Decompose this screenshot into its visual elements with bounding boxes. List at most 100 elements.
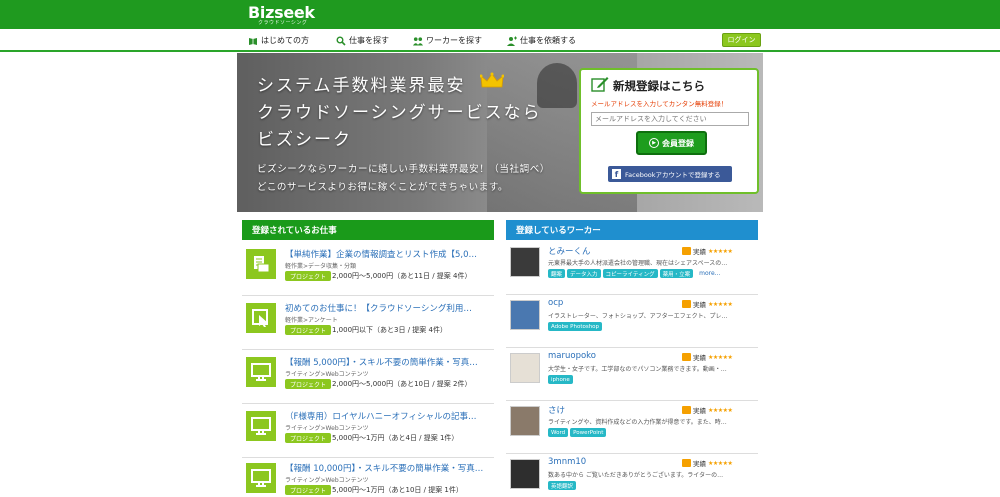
worker-item[interactable]: ocp 実績 ★★★★★ イラストレーター、フォトショップ、アフターエフェクト、… — [506, 295, 758, 348]
worker-name[interactable]: とみーくん — [548, 245, 591, 257]
job-category: ライティング>Webコンテンツ — [285, 425, 369, 432]
nav-find-workers[interactable]: ワーカーを探す — [413, 35, 482, 46]
skill-tags: 英語翻訳 — [548, 481, 577, 490]
facebook-icon: f — [612, 169, 621, 179]
skill-tag: データ入力 — [567, 269, 601, 278]
nav-beginners[interactable]: はじめての方 — [248, 35, 309, 46]
worker-name[interactable]: ocp — [548, 298, 563, 308]
job-title[interactable]: 【報酬 5,000円】・スキル不要の簡単作業・写真… — [285, 356, 490, 368]
avatar[interactable] — [510, 247, 540, 277]
skill-tags: Word PowerPoint — [548, 428, 607, 437]
hero-headline-1: システム手数料業界最安 — [257, 76, 466, 96]
job-price: 2,000円〜5,000円（あと10日 / 提案 2件） — [332, 380, 472, 388]
avatar[interactable] — [510, 459, 540, 489]
achievement-label: 実績 — [693, 354, 706, 362]
job-item[interactable]: 初めてのお仕事に！【クラウドソーシング利用… 軽作業>アンケート プロジェクト … — [242, 296, 494, 350]
skill-tag: 英語翻訳 — [548, 481, 577, 490]
job-title[interactable]: （F様専用）ロイヤルハニーオフィシャルの記事… — [285, 410, 490, 422]
job-category: ライティング>Webコンテンツ — [285, 371, 369, 378]
job-price: 1,000円以下（あと3日 / 提案 4件） — [332, 326, 447, 334]
job-price: 2,000円〜5,000円（あと11日 / 提案 4件） — [332, 272, 472, 280]
job-item[interactable]: 【報酬 10,000円】・スキル不要の簡単作業・写真… ライティング>Webコン… — [242, 456, 494, 497]
nav-label: はじめての方 — [261, 36, 309, 45]
workers-heading: 登録しているワーカー — [506, 220, 758, 240]
avatar[interactable] — [510, 353, 540, 383]
login-button[interactable]: ログイン — [722, 33, 761, 47]
worker-description: 数ある中から ご覧いただきありがとうございます。ライターの… — [548, 472, 724, 479]
hero-headline-2: クラウドソーシングサービスなら — [257, 103, 542, 123]
nav-label: ワーカーを探す — [426, 36, 482, 45]
achievement-icon — [682, 459, 691, 467]
nav-post-job[interactable]: 仕事を依頼する — [507, 35, 576, 46]
job-item[interactable]: （F様専用）ロイヤルハニーオフィシャルの記事… ライティング>Webコンテンツ … — [242, 404, 494, 458]
skill-tag: 薬用・立案 — [659, 269, 694, 278]
skill-tag: Word — [548, 428, 569, 437]
email-input[interactable] — [591, 112, 749, 126]
register-box: 新規登録はこちら メールアドレスを入力してカンタン無料登録！ ▶ 会員登録 f … — [579, 68, 759, 194]
skill-tag: iphone — [548, 375, 573, 384]
rating-badge: 実績 ★★★★★ — [682, 458, 733, 468]
job-item[interactable]: 【単純作業】企業の情報調査とリスト作成【5,0… 軽作業>データ収集・分類 プロ… — [242, 242, 494, 296]
job-title[interactable]: 【単純作業】企業の情報調査とリスト作成【5,0… — [285, 248, 490, 260]
star-rating: ★★★★★ — [708, 459, 733, 467]
play-icon: ▶ — [649, 138, 659, 148]
rating-badge: 実績 ★★★★★ — [682, 246, 733, 256]
worker-name[interactable]: maruopoko — [548, 351, 596, 361]
worker-item[interactable]: とみーくん 実績 ★★★★★ 元東界最大手の人材派遣会社の管理職、現在はシェアス… — [506, 242, 758, 295]
skill-tags: Adobe Photoshop — [548, 322, 603, 331]
worker-description: イラストレーター、フォトショップ、アフターエフェクト、プレ… — [548, 313, 728, 320]
register-title: 新規登録はこちら — [613, 79, 705, 93]
job-category: ライティング>Webコンテンツ — [285, 477, 369, 484]
logo-subtitle: クラウドソーシング — [258, 20, 308, 26]
achievement-icon — [682, 353, 691, 361]
register-note: メールアドレスを入力してカンタン無料登録！ — [591, 100, 728, 108]
worker-name[interactable]: 3mnm10 — [548, 457, 586, 467]
job-type-badge: プロジェクト — [285, 485, 332, 495]
rating-badge: 実績 ★★★★★ — [682, 352, 733, 362]
job-title[interactable]: 初めてのお仕事に！【クラウドソーシング利用… — [285, 302, 490, 314]
top-bar: Bizseek クラウドソーシング — [0, 0, 1000, 29]
skill-tags: 翻案 データ入力 コピーライティング 薬用・立案 more... — [548, 269, 720, 278]
signup-label: 会員登録 — [662, 138, 694, 148]
pointer-icon — [246, 303, 276, 333]
worker-description: 大学生・女子です。工学部なのでパソコン業務できます。動画・… — [548, 366, 727, 373]
worker-item[interactable]: 3mnm10 実績 ★★★★★ 数ある中から ご覧いただきありがとうございます。… — [506, 454, 758, 497]
achievement-label: 実績 — [693, 460, 706, 468]
skill-tag: PowerPoint — [570, 428, 607, 437]
hero-headline-3: ビズシーク — [257, 130, 352, 150]
main-nav: はじめての方 仕事を探す ワーカーを探す 仕事を依頼する ログイン — [0, 29, 1000, 52]
worker-description: 元東界最大手の人材派遣会社の管理職、現在はシェアスペースの… — [548, 260, 728, 267]
facebook-label: Facebookアカウントで登録する — [625, 171, 721, 179]
achievement-label: 実績 — [693, 301, 706, 309]
hero-subtext-2: どこのサービスよりお得に稼ぐことができちゃいます。 — [257, 182, 509, 193]
facebook-signup-button[interactable]: f Facebookアカウントで登録する — [608, 166, 732, 182]
job-category: 軽作業>アンケート — [285, 317, 338, 324]
worker-item[interactable]: maruopoko 実績 ★★★★★ 大学生・女子です。工学部なのでパソコン業務… — [506, 348, 758, 401]
job-item[interactable]: 【報酬 5,000円】・スキル不要の簡単作業・写真… ライティング>Webコンテ… — [242, 350, 494, 404]
avatar[interactable] — [510, 406, 540, 436]
nav-find-jobs[interactable]: 仕事を探す — [336, 35, 389, 46]
nav-label: 仕事を探す — [349, 36, 389, 45]
book-icon — [248, 36, 258, 46]
job-category: 軽作業>データ収集・分類 — [285, 263, 357, 270]
achievement-label: 実績 — [693, 407, 706, 415]
worker-item[interactable]: さけ 実績 ★★★★★ ライティングや、資料作成などの入力作業が得意です。また、… — [506, 401, 758, 454]
worker-description: ライティングや、資料作成などの入力作業が得意です。また、時… — [548, 419, 727, 426]
monitor-icon — [246, 463, 276, 493]
star-rating: ★★★★★ — [708, 406, 733, 414]
more-link[interactable]: more... — [699, 269, 720, 278]
search-icon — [336, 36, 346, 46]
hero-photo — [537, 63, 577, 108]
achievement-icon — [682, 406, 691, 414]
rating-badge: 実績 ★★★★★ — [682, 299, 733, 309]
job-title[interactable]: 【報酬 10,000円】・スキル不要の簡単作業・写真… — [285, 462, 490, 474]
worker-name[interactable]: さけ — [548, 404, 565, 416]
folder-doc-icon — [246, 249, 276, 279]
achievement-icon — [682, 247, 691, 255]
signup-button[interactable]: ▶ 会員登録 — [636, 131, 707, 155]
avatar[interactable] — [510, 300, 540, 330]
job-type-badge: プロジェクト — [285, 325, 332, 335]
skill-tag: コピーライティング — [602, 269, 658, 278]
person-plus-icon — [507, 36, 517, 46]
star-rating: ★★★★★ — [708, 300, 733, 308]
